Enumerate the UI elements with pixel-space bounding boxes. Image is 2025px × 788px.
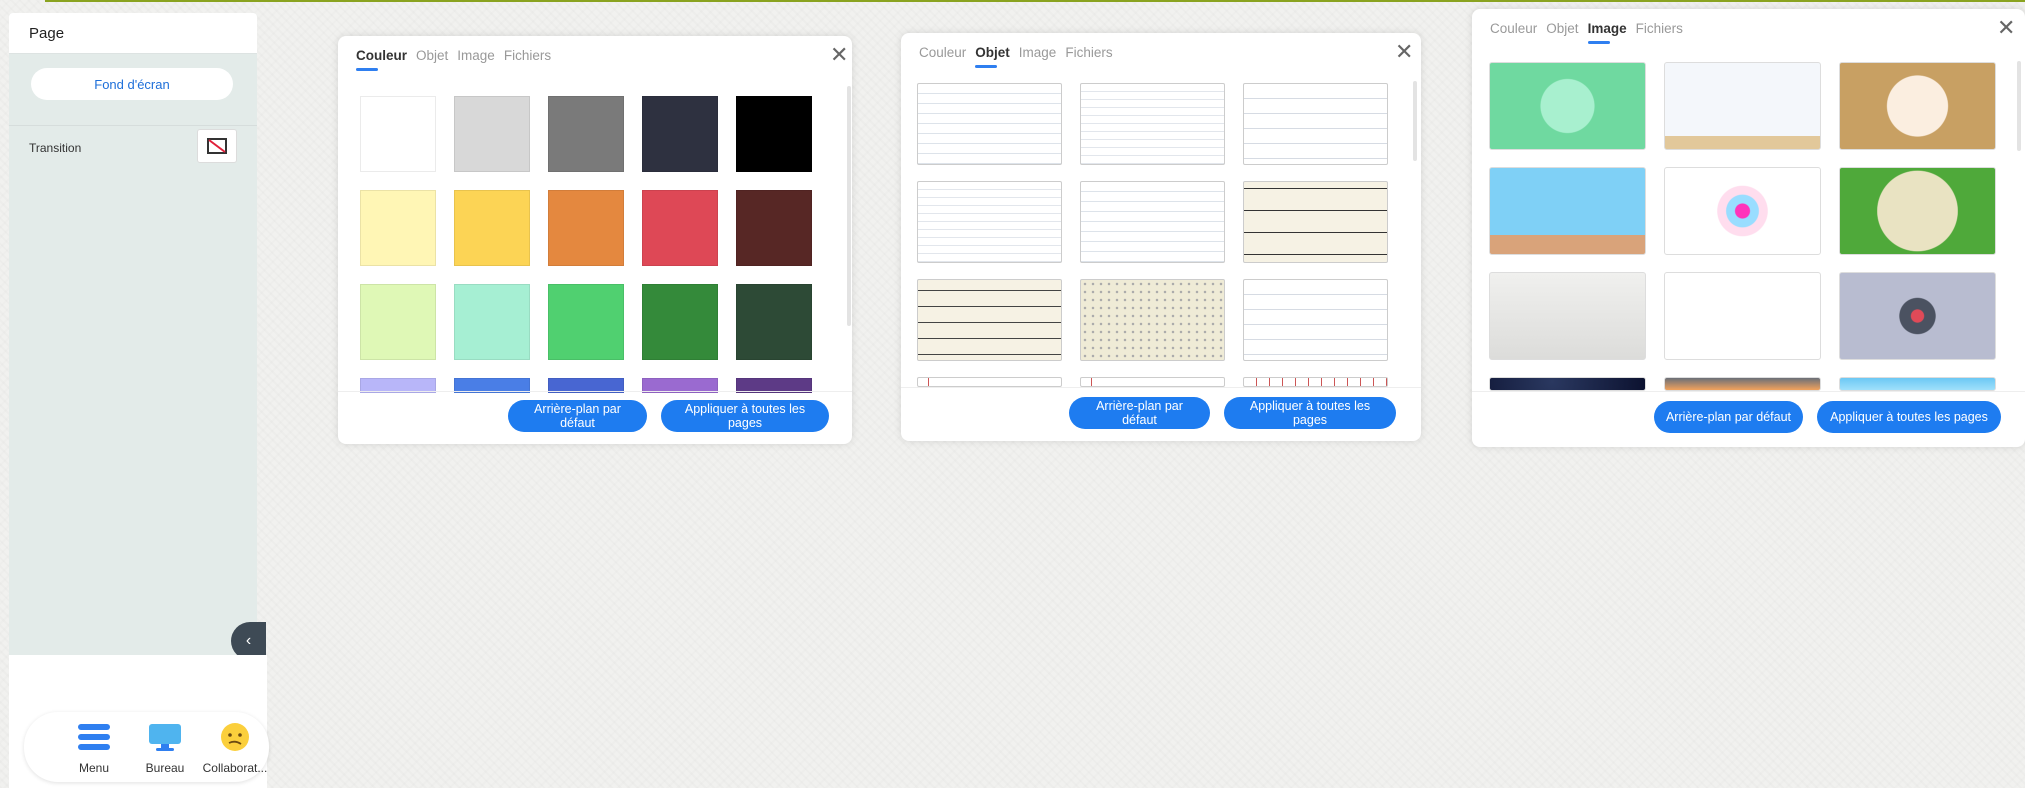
pattern-thumbnail[interactable] <box>1243 377 1388 387</box>
apply-all-pages-button[interactable]: Appliquer à toutes les pages <box>661 400 829 432</box>
background-panel-color: Couleur Objet Image Fichiers ✕ Arrière-p… <box>338 36 852 444</box>
pattern-thumbnail[interactable] <box>917 377 1062 387</box>
default-background-button[interactable]: Arrière-plan par défaut <box>508 400 647 432</box>
dock-label: Bureau <box>145 761 185 775</box>
background-panel-image: Couleur Objet Image Fichiers ✕ Arrière-p… <box>1472 9 2025 447</box>
background-image-thumbnail[interactable] <box>1489 62 1646 150</box>
dock-item-desktop[interactable]: Bureau <box>130 722 200 775</box>
transition-label: Transition <box>29 141 82 155</box>
menu-icon <box>78 724 110 750</box>
background-image-thumbnail[interactable] <box>1489 272 1646 360</box>
color-swatch[interactable] <box>454 284 530 360</box>
color-swatch[interactable] <box>360 190 436 266</box>
color-swatch[interactable] <box>736 284 812 360</box>
tab-files[interactable]: Fichiers <box>504 48 551 63</box>
pattern-thumbnail[interactable] <box>917 181 1062 263</box>
panel-title: Page <box>9 13 257 54</box>
background-image-thumbnail[interactable] <box>1664 62 1821 150</box>
background-image-thumbnail[interactable] <box>1489 167 1646 255</box>
tab-bar: Couleur Objet Image Fichiers <box>1490 21 1683 44</box>
transition-button[interactable] <box>197 129 237 163</box>
tab-color[interactable]: Couleur <box>356 48 407 71</box>
pattern-thumbnail[interactable] <box>1243 83 1388 165</box>
dock-label: Menu <box>78 761 110 775</box>
pattern-thumbnail[interactable] <box>1243 181 1388 263</box>
background-image-thumbnail[interactable] <box>1664 167 1821 255</box>
background-image-thumbnail[interactable] <box>1839 377 1996 391</box>
color-swatch[interactable] <box>454 190 530 266</box>
tab-bar: Couleur Objet Image Fichiers <box>356 48 551 71</box>
background-image-thumbnail[interactable] <box>1839 62 1996 150</box>
close-icon[interactable]: ✕ <box>1395 41 1413 63</box>
tab-files[interactable]: Fichiers <box>1065 45 1112 60</box>
dock-item-menu[interactable]: Menu <box>59 722 129 775</box>
dock-label: Collaborat... <box>202 761 268 775</box>
background-image-thumbnail[interactable] <box>1664 377 1821 391</box>
pattern-thumbnail[interactable] <box>917 279 1062 361</box>
color-swatch[interactable] <box>642 96 718 172</box>
pattern-thumbnail[interactable] <box>1080 279 1225 361</box>
color-swatch[interactable] <box>548 96 624 172</box>
background-image-thumbnail[interactable] <box>1839 167 1996 255</box>
monitor-icon <box>149 724 181 751</box>
tab-color[interactable]: Couleur <box>919 45 966 60</box>
top-accent-line <box>45 0 2025 2</box>
color-swatch[interactable] <box>360 284 436 360</box>
tab-image[interactable]: Image <box>457 48 495 63</box>
color-swatch[interactable] <box>736 190 812 266</box>
tab-object[interactable]: Objet <box>1546 21 1578 36</box>
tab-object[interactable]: Objet <box>416 48 448 63</box>
default-background-button[interactable]: Arrière-plan par défaut <box>1069 397 1210 429</box>
tab-image[interactable]: Image <box>1587 21 1627 44</box>
color-swatch[interactable] <box>736 96 812 172</box>
tab-image[interactable]: Image <box>1019 45 1057 60</box>
apply-all-pages-button[interactable]: Appliquer à toutes les pages <box>1224 397 1396 429</box>
close-icon[interactable]: ✕ <box>1997 17 2015 39</box>
background-panel-object: Couleur Objet Image Fichiers ✕ Arrière-p… <box>901 33 1421 441</box>
wallpaper-button[interactable]: Fond d'écran <box>31 68 233 100</box>
scrollbar[interactable] <box>847 86 851 326</box>
background-image-thumbnail[interactable] <box>1839 272 1996 360</box>
no-transition-icon <box>207 138 227 154</box>
pattern-thumbnail[interactable] <box>1080 181 1225 263</box>
color-swatch[interactable] <box>642 190 718 266</box>
bottom-dock: Menu Bureau Collaborat... <box>24 712 269 782</box>
color-swatch[interactable] <box>642 284 718 360</box>
default-background-button[interactable]: Arrière-plan par défaut <box>1654 401 1803 433</box>
scrollbar[interactable] <box>1413 81 1417 161</box>
scrollbar[interactable] <box>2017 61 2021 151</box>
emoji-icon <box>221 723 249 751</box>
tab-bar: Couleur Objet Image Fichiers <box>919 45 1113 68</box>
tab-color[interactable]: Couleur <box>1490 21 1537 36</box>
pattern-thumbnail[interactable] <box>917 83 1062 165</box>
dock-item-collaboration[interactable]: Collaborat... <box>200 722 270 775</box>
page-settings-panel: Page Fond d'écran Transition ‹ <box>9 13 266 660</box>
color-swatch[interactable] <box>548 284 624 360</box>
color-swatch[interactable] <box>548 190 624 266</box>
pattern-thumbnail[interactable] <box>1243 279 1388 361</box>
apply-all-pages-button[interactable]: Appliquer à toutes les pages <box>1817 401 2001 433</box>
pattern-thumbnail[interactable] <box>1080 83 1225 165</box>
tab-object[interactable]: Objet <box>975 45 1010 68</box>
background-image-thumbnail[interactable] <box>1489 377 1646 391</box>
color-swatch[interactable] <box>454 96 530 172</box>
tab-files[interactable]: Fichiers <box>1636 21 1683 36</box>
close-icon[interactable]: ✕ <box>830 44 848 66</box>
color-swatch[interactable] <box>360 96 436 172</box>
pattern-thumbnail[interactable] <box>1080 377 1225 387</box>
background-image-thumbnail[interactable] <box>1664 272 1821 360</box>
